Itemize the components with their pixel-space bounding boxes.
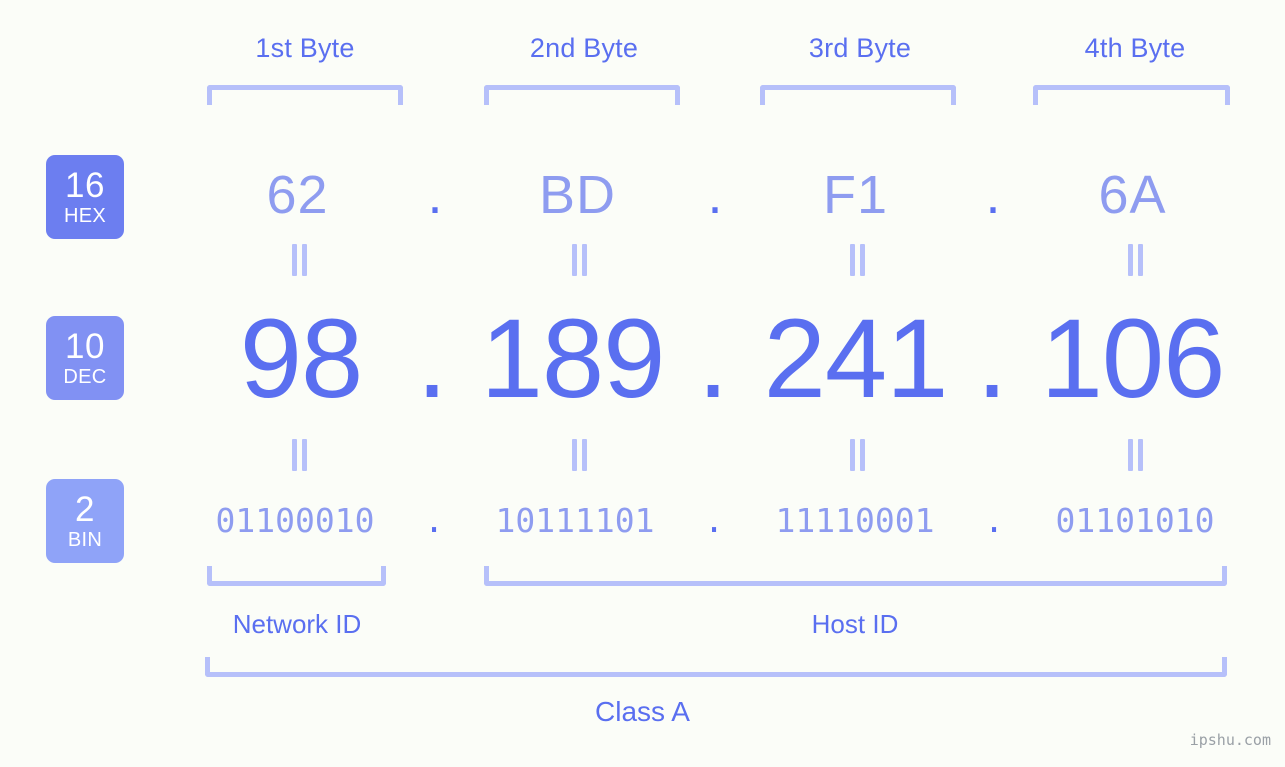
bin-octet-4: 01101010 (1055, 501, 1215, 540)
equals-mark-dec-bin-1 (286, 439, 312, 471)
hex-octet-4: 6A (1098, 165, 1167, 225)
byte-bracket-2 (484, 85, 680, 105)
byte-bracket-3 (760, 85, 956, 105)
host-id-bracket (484, 566, 1227, 586)
dec-octet-3: 241 (763, 296, 949, 421)
bin-value-row: 01100010 . 10111101 . 11110001 . 0110101… (0, 490, 1285, 552)
bin-octet-3: 11110001 (775, 501, 935, 540)
byte-bracket-1 (207, 85, 403, 105)
dec-separator-2: . (697, 296, 729, 421)
host-id-label: Host ID (811, 609, 899, 639)
hex-octet-3: F1 (822, 165, 889, 225)
bin-separator-1: . (424, 501, 444, 540)
equals-mark-hex-dec-4 (1122, 244, 1148, 276)
dec-octet-4: 106 (1040, 296, 1226, 421)
network-id-bracket (207, 566, 386, 586)
dec-separator-3: . (976, 296, 1008, 421)
equals-mark-dec-bin-2 (566, 439, 592, 471)
hex-separator-1: . (427, 165, 443, 225)
equals-mark-hex-dec-2 (566, 244, 592, 276)
byte-label-3: 3rd Byte (808, 33, 912, 63)
bin-octet-1: 01100010 (215, 501, 375, 540)
hex-octet-1: 62 (266, 165, 329, 225)
hex-separator-2: . (707, 165, 723, 225)
byte-bracket-4 (1033, 85, 1230, 105)
equals-mark-hex-dec-1 (286, 244, 312, 276)
class-label: Class A (595, 696, 690, 727)
watermark: ipshu.com (1189, 731, 1271, 749)
hex-octet-2: BD (538, 165, 616, 225)
dec-octet-2: 189 (480, 296, 666, 421)
class-bracket (205, 657, 1227, 677)
dec-separator-1: . (416, 296, 448, 421)
byte-label-1: 1st Byte (255, 33, 355, 63)
byte-label-4: 4th Byte (1084, 33, 1186, 63)
ip-address-breakdown-diagram: 1st Byte 2nd Byte 3rd Byte 4th Byte 16 H… (0, 0, 1285, 767)
network-id-label: Network ID (232, 609, 362, 639)
equals-mark-hex-dec-3 (844, 244, 870, 276)
dec-octet-1: 98 (239, 296, 364, 421)
bin-separator-3: . (984, 501, 1004, 540)
hex-value-row: 62 . BD . F1 . 6A (0, 150, 1285, 240)
dec-value-row: 98 . 189 . 241 . 106 (0, 296, 1285, 421)
byte-label-2: 2nd Byte (529, 33, 639, 63)
bin-separator-2: . (704, 501, 724, 540)
equals-mark-dec-bin-3 (844, 439, 870, 471)
bin-octet-2: 10111101 (495, 501, 655, 540)
hex-separator-3: . (985, 165, 1001, 225)
equals-mark-dec-bin-4 (1122, 439, 1148, 471)
